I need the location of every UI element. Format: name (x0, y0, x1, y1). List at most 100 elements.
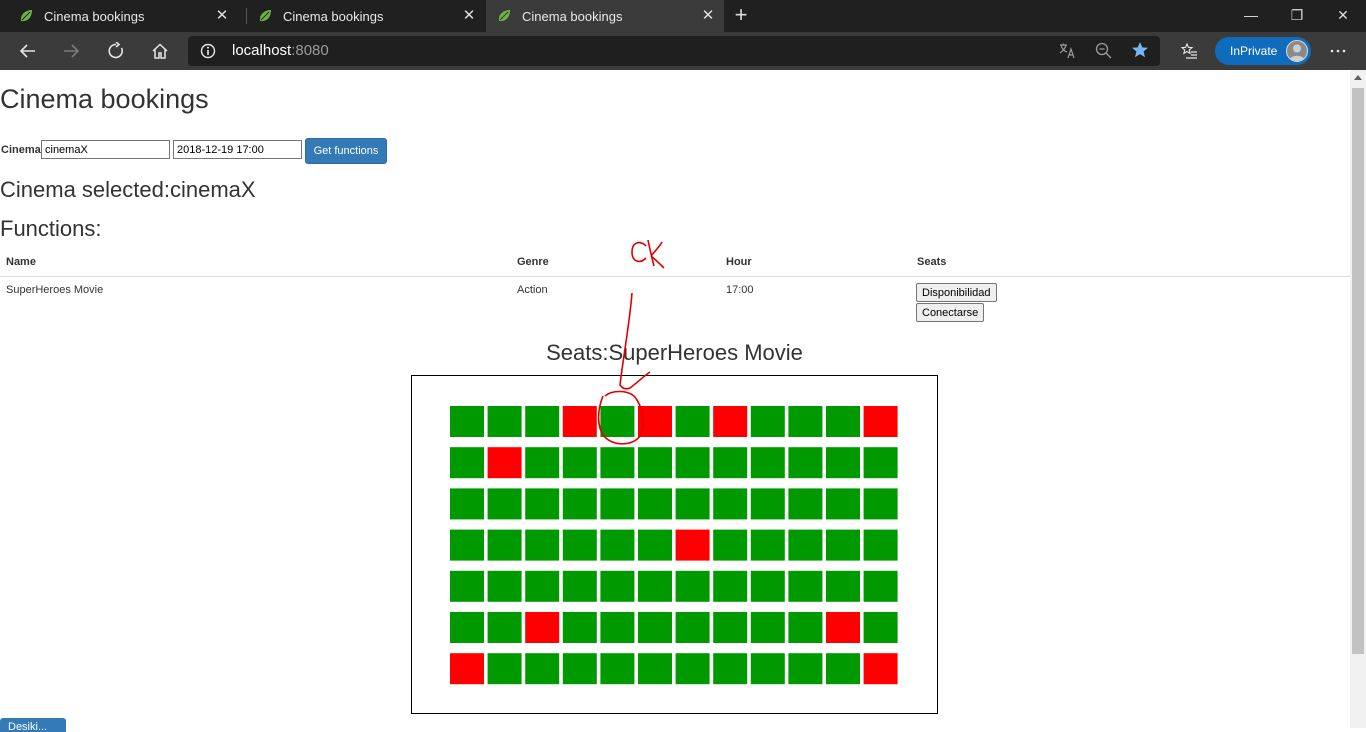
seat-available[interactable] (450, 570, 484, 602)
seat-available[interactable] (675, 447, 710, 479)
date-input[interactable] (173, 140, 302, 159)
restore-icon[interactable]: ❐ (1274, 0, 1320, 32)
close-icon[interactable]: ✕ (461, 6, 477, 24)
seat-available[interactable] (826, 653, 860, 685)
seat-occupied[interactable] (638, 406, 672, 437)
cinema-input[interactable] (41, 140, 170, 159)
address-bar[interactable]: localhost:8080 (188, 36, 1160, 66)
seat-available[interactable] (750, 447, 785, 479)
seat-available[interactable] (450, 612, 484, 643)
seat-available[interactable] (863, 529, 898, 561)
seat-occupied[interactable] (487, 447, 522, 479)
seat-available[interactable] (562, 447, 597, 479)
seat-available[interactable] (675, 406, 710, 437)
seat-available[interactable] (638, 612, 672, 643)
get-functions-button[interactable]: Get functions (305, 138, 387, 164)
seat-available[interactable] (788, 529, 823, 561)
seat-available[interactable] (525, 653, 560, 685)
seat-available[interactable] (525, 447, 560, 479)
seat-map[interactable] (412, 376, 937, 713)
seat-available[interactable] (675, 653, 710, 685)
seat-available[interactable] (487, 488, 522, 520)
seat-available[interactable] (562, 612, 597, 643)
seat-available[interactable] (675, 612, 710, 643)
seat-available[interactable] (600, 447, 635, 479)
seat-available[interactable] (826, 447, 860, 479)
translate-icon[interactable] (1058, 42, 1076, 65)
seat-available[interactable] (450, 529, 484, 561)
seat-available[interactable] (638, 529, 672, 561)
seat-occupied[interactable] (863, 653, 898, 685)
seat-available[interactable] (863, 488, 898, 520)
seat-available[interactable] (525, 529, 560, 561)
seat-available[interactable] (788, 447, 823, 479)
seat-available[interactable] (788, 488, 823, 520)
favorites-list-icon[interactable] (1171, 32, 1207, 70)
seat-available[interactable] (638, 488, 672, 520)
seat-available[interactable] (487, 570, 522, 602)
seat-available[interactable] (788, 570, 823, 602)
seat-available[interactable] (600, 406, 635, 437)
seat-map-canvas[interactable] (411, 375, 938, 714)
inprivate-badge[interactable]: InPrivate (1215, 37, 1311, 65)
seat-occupied[interactable] (450, 653, 484, 685)
seat-available[interactable] (788, 612, 823, 643)
seat-occupied[interactable] (525, 612, 560, 643)
seat-available[interactable] (600, 653, 635, 685)
seat-available[interactable] (450, 406, 484, 437)
seat-available[interactable] (863, 612, 898, 643)
seat-available[interactable] (450, 488, 484, 520)
seat-available[interactable] (675, 570, 710, 602)
availability-button[interactable]: Disponibilidad (916, 283, 997, 302)
close-icon[interactable]: ✕ (214, 6, 230, 24)
seat-available[interactable] (826, 529, 860, 561)
forward-icon[interactable] (53, 32, 89, 70)
seat-available[interactable] (525, 406, 560, 437)
browser-tab-3-active[interactable]: Cinema bookings ✕ (486, 0, 724, 32)
window-close-icon[interactable]: ✕ (1320, 0, 1366, 32)
home-icon[interactable] (142, 32, 178, 70)
seat-available[interactable] (863, 447, 898, 479)
vertical-scrollbar[interactable] (1350, 70, 1366, 728)
seat-available[interactable] (750, 529, 785, 561)
seat-available[interactable] (826, 488, 860, 520)
seat-available[interactable] (826, 570, 860, 602)
scrollbar-thumb[interactable] (1352, 88, 1364, 654)
info-icon[interactable] (200, 43, 216, 59)
seat-occupied[interactable] (826, 612, 860, 643)
seat-available[interactable] (525, 570, 560, 602)
seat-available[interactable] (713, 488, 748, 520)
seat-available[interactable] (487, 406, 522, 437)
seat-available[interactable] (750, 406, 785, 437)
browser-tab-1[interactable]: Cinema bookings ✕ (0, 0, 238, 32)
favorite-star-icon[interactable] (1131, 41, 1149, 64)
seat-available[interactable] (750, 570, 785, 602)
seat-available[interactable] (487, 653, 522, 685)
seat-available[interactable] (713, 653, 748, 685)
refresh-icon[interactable] (98, 32, 134, 70)
seat-available[interactable] (826, 406, 860, 437)
seat-available[interactable] (713, 570, 748, 602)
bottom-button[interactable]: Desiki... (0, 718, 66, 732)
seat-available[interactable] (713, 447, 748, 479)
seat-available[interactable] (600, 488, 635, 520)
seat-occupied[interactable] (863, 406, 898, 437)
seat-available[interactable] (788, 653, 823, 685)
seat-available[interactable] (525, 488, 560, 520)
seat-available[interactable] (750, 653, 785, 685)
seat-available[interactable] (450, 447, 484, 479)
seat-available[interactable] (638, 447, 672, 479)
zoom-out-icon[interactable] (1095, 42, 1113, 65)
seat-available[interactable] (562, 488, 597, 520)
seat-occupied[interactable] (713, 406, 748, 437)
seat-available[interactable] (750, 488, 785, 520)
seat-available[interactable] (487, 612, 522, 643)
back-icon[interactable] (10, 32, 46, 70)
seat-available[interactable] (562, 653, 597, 685)
seat-available[interactable] (750, 612, 785, 643)
seat-available[interactable] (600, 612, 635, 643)
seat-available[interactable] (600, 570, 635, 602)
seat-available[interactable] (675, 488, 710, 520)
seat-available[interactable] (638, 653, 672, 685)
seat-available[interactable] (487, 529, 522, 561)
